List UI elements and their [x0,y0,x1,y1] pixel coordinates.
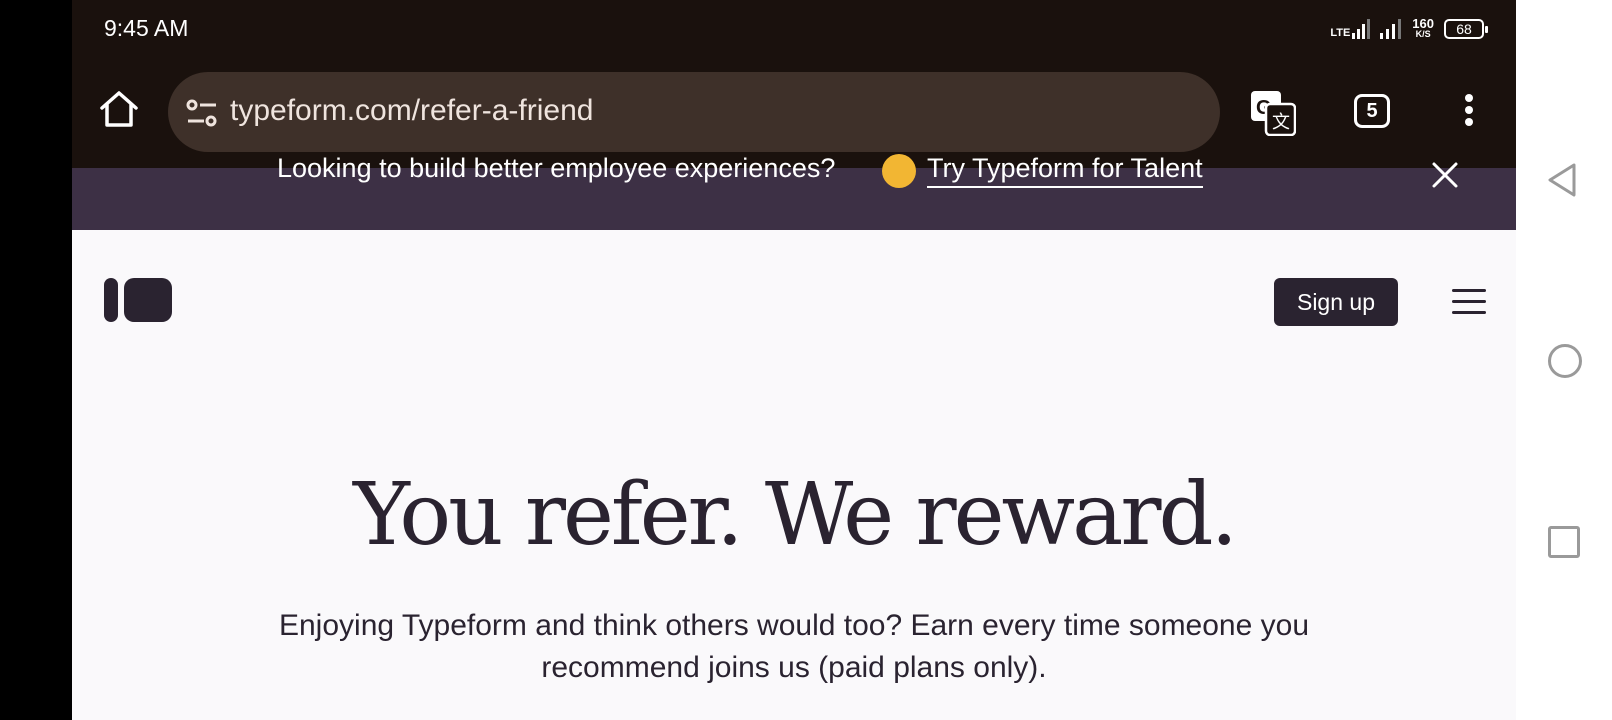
network-speed: 160 K/S [1412,16,1434,39]
promo-banner: Looking to build better employee experie… [72,153,1516,230]
hero-title: You refer. We reward. [353,465,1238,565]
lte-signal-icon: LTE [1330,19,1371,39]
status-time: 9:45 AM [104,15,189,41]
signal-icon [1380,19,1402,39]
android-nav-bar [1516,0,1612,720]
status-bar: 9:45 AM LTE 160 K/S 68 [72,0,1516,58]
nav-home-icon[interactable] [1548,344,1582,378]
status-icons: LTE 160 K/S 68 [1330,14,1488,44]
browser-toolbar: typeform.com/refer-a-friend G 文 5 [72,58,1516,168]
url-text: typeform.com/refer-a-friend [230,94,594,127]
signup-button[interactable]: Sign up [1274,278,1398,326]
svg-text:文: 文 [1272,112,1290,133]
close-icon[interactable] [1430,160,1460,190]
network-type: LTE [1330,27,1351,39]
typeform-logo[interactable] [104,278,172,322]
battery-icon: 68 [1444,19,1488,39]
handshake-emoji-icon [882,154,916,188]
hero-subtitle: Enjoying Typeform and think others would… [278,609,1310,684]
recent-apps-icon[interactable] [1548,526,1580,558]
banner-text: Looking to build better employee experie… [277,153,836,183]
left-letterbox [0,0,72,720]
browser-menu-icon[interactable] [1462,94,1476,134]
back-icon[interactable] [1546,162,1578,198]
hamburger-menu-icon[interactable] [1452,289,1486,315]
home-icon[interactable] [98,88,140,130]
site-settings-icon[interactable] [186,98,218,128]
address-bar[interactable]: typeform.com/refer-a-friend [168,72,1220,152]
banner-link[interactable]: Try Typeform for Talent [927,153,1203,188]
translate-icon[interactable]: G 文 [1250,90,1296,136]
phone-screen: 9:45 AM LTE 160 K/S 68 typeform.com/refe… [72,0,1516,720]
battery-level: 68 [1456,21,1472,37]
tab-switcher-button[interactable]: 5 [1354,94,1390,128]
